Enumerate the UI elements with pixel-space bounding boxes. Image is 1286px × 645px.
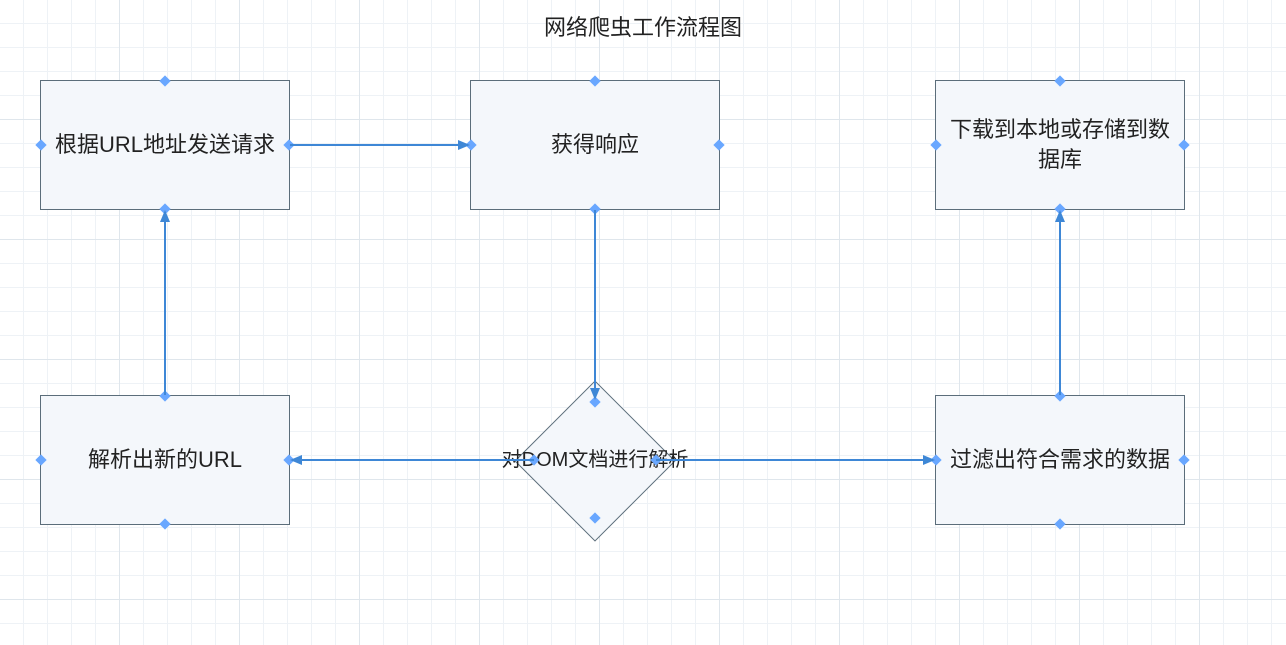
resize-handle-icon[interactable] xyxy=(1054,203,1065,214)
resize-handle-icon[interactable] xyxy=(283,139,294,150)
resize-handle-icon[interactable] xyxy=(159,518,170,529)
resize-handle-icon[interactable] xyxy=(159,75,170,86)
diagram-canvas[interactable]: 网络爬虫工作流程图 根据URL地址发送请求 获得响应 下载到本地或存储到数据库 … xyxy=(0,0,1286,645)
node-label: 下载到本地或存储到数据库 xyxy=(944,115,1176,174)
node-parse-dom[interactable]: 对DOM文档进行解析 xyxy=(490,380,700,540)
resize-handle-icon[interactable] xyxy=(589,75,600,86)
resize-handle-icon[interactable] xyxy=(930,454,941,465)
resize-handle-icon[interactable] xyxy=(589,203,600,214)
resize-handle-icon[interactable] xyxy=(465,139,476,150)
resize-handle-icon[interactable] xyxy=(35,454,46,465)
resize-handle-icon[interactable] xyxy=(1178,454,1189,465)
node-get-response[interactable]: 获得响应 xyxy=(470,80,720,210)
resize-handle-icon[interactable] xyxy=(1054,518,1065,529)
node-download-store[interactable]: 下载到本地或存储到数据库 xyxy=(935,80,1185,210)
resize-handle-icon[interactable] xyxy=(283,454,294,465)
diagram-title: 网络爬虫工作流程图 xyxy=(0,10,1286,42)
node-filter-data[interactable]: 过滤出符合需求的数据 xyxy=(935,395,1185,525)
resize-handle-icon[interactable] xyxy=(1054,75,1065,86)
resize-handle-icon[interactable] xyxy=(1178,139,1189,150)
node-label: 根据URL地址发送请求 xyxy=(55,130,275,160)
resize-handle-icon[interactable] xyxy=(713,139,724,150)
node-send-request[interactable]: 根据URL地址发送请求 xyxy=(40,80,290,210)
resize-handle-icon[interactable] xyxy=(1054,390,1065,401)
node-parse-url[interactable]: 解析出新的URL xyxy=(40,395,290,525)
resize-handle-icon[interactable] xyxy=(159,203,170,214)
resize-handle-icon[interactable] xyxy=(930,139,941,150)
resize-handle-icon[interactable] xyxy=(35,139,46,150)
node-label: 解析出新的URL xyxy=(88,445,242,475)
resize-handle-icon[interactable] xyxy=(159,390,170,401)
node-label: 过滤出符合需求的数据 xyxy=(950,445,1170,475)
node-label: 获得响应 xyxy=(551,130,639,160)
